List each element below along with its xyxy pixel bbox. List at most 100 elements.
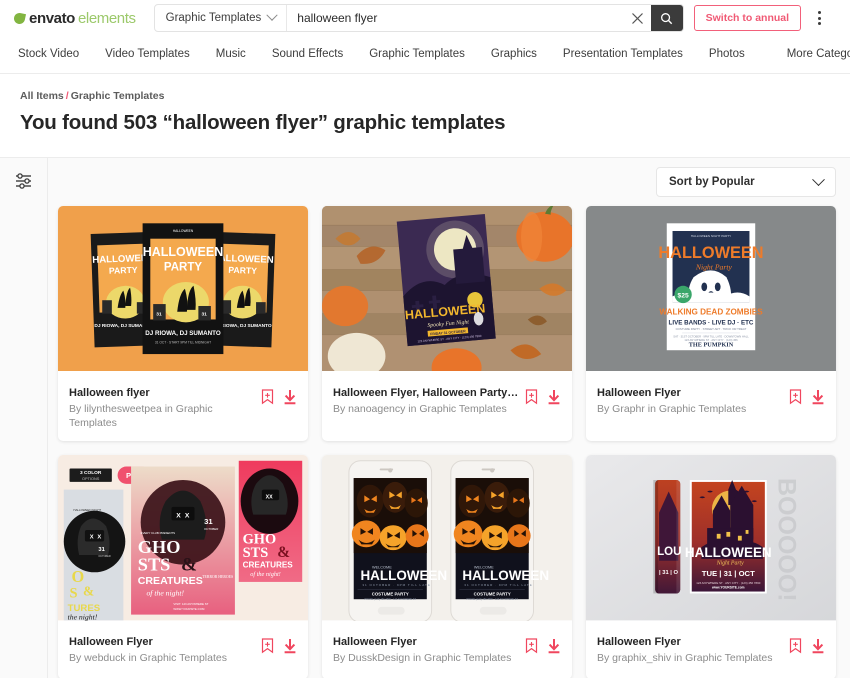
- svg-text:DJ RIOWA, DJ SUMANTO: DJ RIOWA, DJ SUMANTO: [145, 330, 221, 337]
- download-icon[interactable]: [547, 389, 561, 405]
- svg-text:WALKING DEAD ZOMBIES: WALKING DEAD ZOMBIES: [659, 308, 763, 317]
- breadcrumb-all-items[interactable]: All Items: [20, 90, 64, 102]
- result-card[interactable]: X X O S & TURES the night! HALLOWEEN NIG…: [58, 455, 308, 678]
- svg-text:31: 31: [201, 312, 207, 318]
- result-thumbnail[interactable]: HALLOWEEN PARTY DJ RIOWA, DJ SUMANTO HAL…: [58, 206, 308, 378]
- svg-text:31 OCTOBER · 9PM TILL LATE: 31 OCTOBER · 9PM TILL LATE: [362, 583, 430, 587]
- category-nav: Stock Video Video Templates Music Sound …: [0, 36, 850, 74]
- nav-item-music[interactable]: Music: [203, 48, 259, 61]
- rolled-poster-haunted-house-artwork: BOOOOO! LOU | 31 | O HALLOWEEN Night Par…: [586, 455, 836, 621]
- bookmark-plus-icon[interactable]: [789, 389, 802, 405]
- result-card[interactable]: BOOOOO! LOU | 31 | O HALLOWEEN Night Par…: [586, 455, 836, 678]
- svg-text:$25: $25: [677, 292, 688, 299]
- svg-text:31 OCT · START 9PM TILL MIDNIG: 31 OCT · START 9PM TILL MIDNIGHT: [155, 340, 211, 344]
- clear-search-button[interactable]: [625, 5, 651, 31]
- download-icon[interactable]: [811, 638, 825, 654]
- svg-text:31: 31: [156, 312, 162, 318]
- svg-text:PHONE (123) 456 7890 · 123 ANY: PHONE (123) 456 7890 · 123 ANYWHERE ST: [466, 599, 518, 602]
- download-icon[interactable]: [283, 638, 297, 654]
- more-vertical-icon[interactable]: [811, 11, 827, 25]
- svg-text:31 OCTOBER · 9PM TILL LATE: 31 OCTOBER · 9PM TILL LATE: [464, 583, 532, 587]
- result-card-footer: Halloween Flyer, Halloween Party F... By…: [322, 378, 572, 430]
- download-icon[interactable]: [283, 389, 297, 405]
- svg-text:HALLOWEEN NIGHT PARTY: HALLOWEEN NIGHT PARTY: [691, 234, 731, 238]
- filter-rail: [0, 158, 48, 678]
- download-icon[interactable]: [547, 638, 561, 654]
- result-title[interactable]: Halloween Flyer, Halloween Party F...: [333, 387, 519, 399]
- nav-item-more-categories[interactable]: More Categories: [774, 48, 850, 61]
- result-author: By Graphr in Graphic Templates: [597, 403, 747, 415]
- search-input[interactable]: [287, 5, 625, 31]
- breadcrumb-separator: /: [65, 90, 69, 102]
- nav-item-graphic-templates[interactable]: Graphic Templates: [356, 48, 478, 61]
- bookmark-plus-icon[interactable]: [261, 638, 274, 654]
- sort-by-select[interactable]: Sort by Popular: [656, 167, 836, 197]
- svg-text:HALLOWEEN: HALLOWEEN: [685, 545, 772, 560]
- svg-text:X: X: [97, 535, 101, 541]
- result-actions: [789, 636, 825, 654]
- nav-item-sound-effects[interactable]: Sound Effects: [259, 48, 356, 61]
- result-thumbnail[interactable]: BOOOOO! LOU | 31 | O HALLOWEEN Night Par…: [586, 455, 836, 627]
- breadcrumb-graphic-templates[interactable]: Graphic Templates: [71, 90, 165, 102]
- result-title[interactable]: Halloween Flyer: [597, 387, 783, 399]
- svg-text:31: 31: [204, 518, 213, 527]
- svg-text:&: &: [181, 555, 197, 576]
- bookmark-plus-icon[interactable]: [789, 638, 802, 654]
- nav-item-graphics[interactable]: Graphics: [478, 48, 550, 61]
- envato-elements-logo[interactable]: envato elements: [12, 10, 136, 27]
- result-card[interactable]: HALLOWEEN NIGHT PARTY HALLOWEEN Night Pa…: [586, 206, 836, 442]
- search-submit-button[interactable]: [650, 5, 683, 31]
- bookmark-plus-icon[interactable]: [525, 389, 538, 405]
- svg-text:&: &: [277, 544, 290, 561]
- switch-to-annual-button[interactable]: Switch to annual: [693, 5, 802, 31]
- result-thumbnail[interactable]: WELCOME HALLOWEEN 31 OCTOBER · 9PM TILL …: [322, 455, 572, 627]
- nav-item-stock-video[interactable]: Stock Video: [14, 48, 92, 61]
- svg-text:3 COLOR: 3 COLOR: [80, 471, 102, 477]
- bookmark-plus-icon[interactable]: [525, 638, 538, 654]
- result-thumbnail[interactable]: HALLOWEEN Spooky Fun Night FRIDAY 31 OCT…: [322, 206, 572, 378]
- chevron-down-icon: [812, 172, 825, 186]
- result-card-footer: Halloween Flyer By graphix_shiv in Graph…: [586, 627, 836, 678]
- svg-text:of the night!: of the night!: [146, 589, 184, 598]
- result-card[interactable]: HALLOWEEN Spooky Fun Night FRIDAY 31 OCT…: [322, 206, 572, 442]
- svg-text:the night!: the night!: [68, 613, 98, 621]
- result-title[interactable]: Halloween Flyer: [69, 636, 255, 648]
- sort-by-label: Sort by Popular: [669, 176, 755, 188]
- page-header: All Items / Graphic Templates You found 50…: [0, 74, 850, 157]
- svg-text:OPTIONS: OPTIONS: [82, 477, 100, 481]
- result-actions: [789, 387, 825, 405]
- result-title[interactable]: Halloween Flyer: [597, 636, 783, 648]
- gray-ghost-flyer-artwork: HALLOWEEN NIGHT PARTY HALLOWEEN Night Pa…: [586, 206, 836, 372]
- svg-text:TUE | 31 | OCT: TUE | 31 | OCT: [702, 569, 755, 578]
- result-title[interactable]: Halloween Flyer: [333, 636, 519, 648]
- result-card-footer: Halloween Flyer By Graphr in Graphic Tem…: [586, 378, 836, 430]
- svg-text:PARTY: PARTY: [109, 265, 138, 276]
- result-card[interactable]: HALLOWEEN PARTY DJ RIOWA, DJ SUMANTO HAL…: [58, 206, 308, 442]
- nav-item-video-templates[interactable]: Video Templates: [92, 48, 203, 61]
- result-thumbnail[interactable]: HALLOWEEN NIGHT PARTY HALLOWEEN Night Pa…: [586, 206, 836, 378]
- search-category-select[interactable]: Graphic Templates: [155, 5, 288, 31]
- svg-text:HALLOWEEN: HALLOWEEN: [462, 568, 549, 583]
- nav-item-presentation-templates[interactable]: Presentation Templates: [550, 48, 696, 61]
- svg-text:| 31 | O: | 31 | O: [659, 571, 678, 577]
- svg-text:VISIT: 123 ANYWHERE ST: VISIT: 123 ANYWHERE ST: [173, 602, 208, 606]
- svg-text:THE PUMPKIN: THE PUMPKIN: [689, 341, 734, 348]
- svg-text:HALLOWEEN: HALLOWEEN: [173, 229, 194, 233]
- nav-item-photos[interactable]: Photos: [696, 48, 758, 61]
- ghosts-creatures-three-color-artwork: X X O S & TURES the night! HALLOWEEN NIG…: [58, 455, 308, 621]
- result-title[interactable]: Halloween flyer: [69, 387, 255, 399]
- download-icon[interactable]: [811, 389, 825, 405]
- search-category-label: Graphic Templates: [165, 12, 262, 24]
- svg-text:31: 31: [98, 547, 105, 553]
- result-card-footer: Halloween flyer By lilynthesweetpea in G…: [58, 378, 308, 441]
- filter-sliders-icon[interactable]: [15, 172, 32, 194]
- leaf-icon: [12, 11, 27, 25]
- top-bar: envato elements Graphic Templates Switch…: [0, 0, 850, 36]
- result-thumbnail[interactable]: X X O S & TURES the night! HALLOWEEN NIG…: [58, 455, 308, 627]
- result-card-footer: Halloween Flyer By DusskDesign in Graphi…: [322, 627, 572, 678]
- result-actions: [525, 387, 561, 405]
- result-actions: [261, 387, 297, 405]
- result-actions: [525, 636, 561, 654]
- bookmark-plus-icon[interactable]: [261, 389, 274, 405]
- result-card[interactable]: WELCOME HALLOWEEN 31 OCTOBER · 9PM TILL …: [322, 455, 572, 678]
